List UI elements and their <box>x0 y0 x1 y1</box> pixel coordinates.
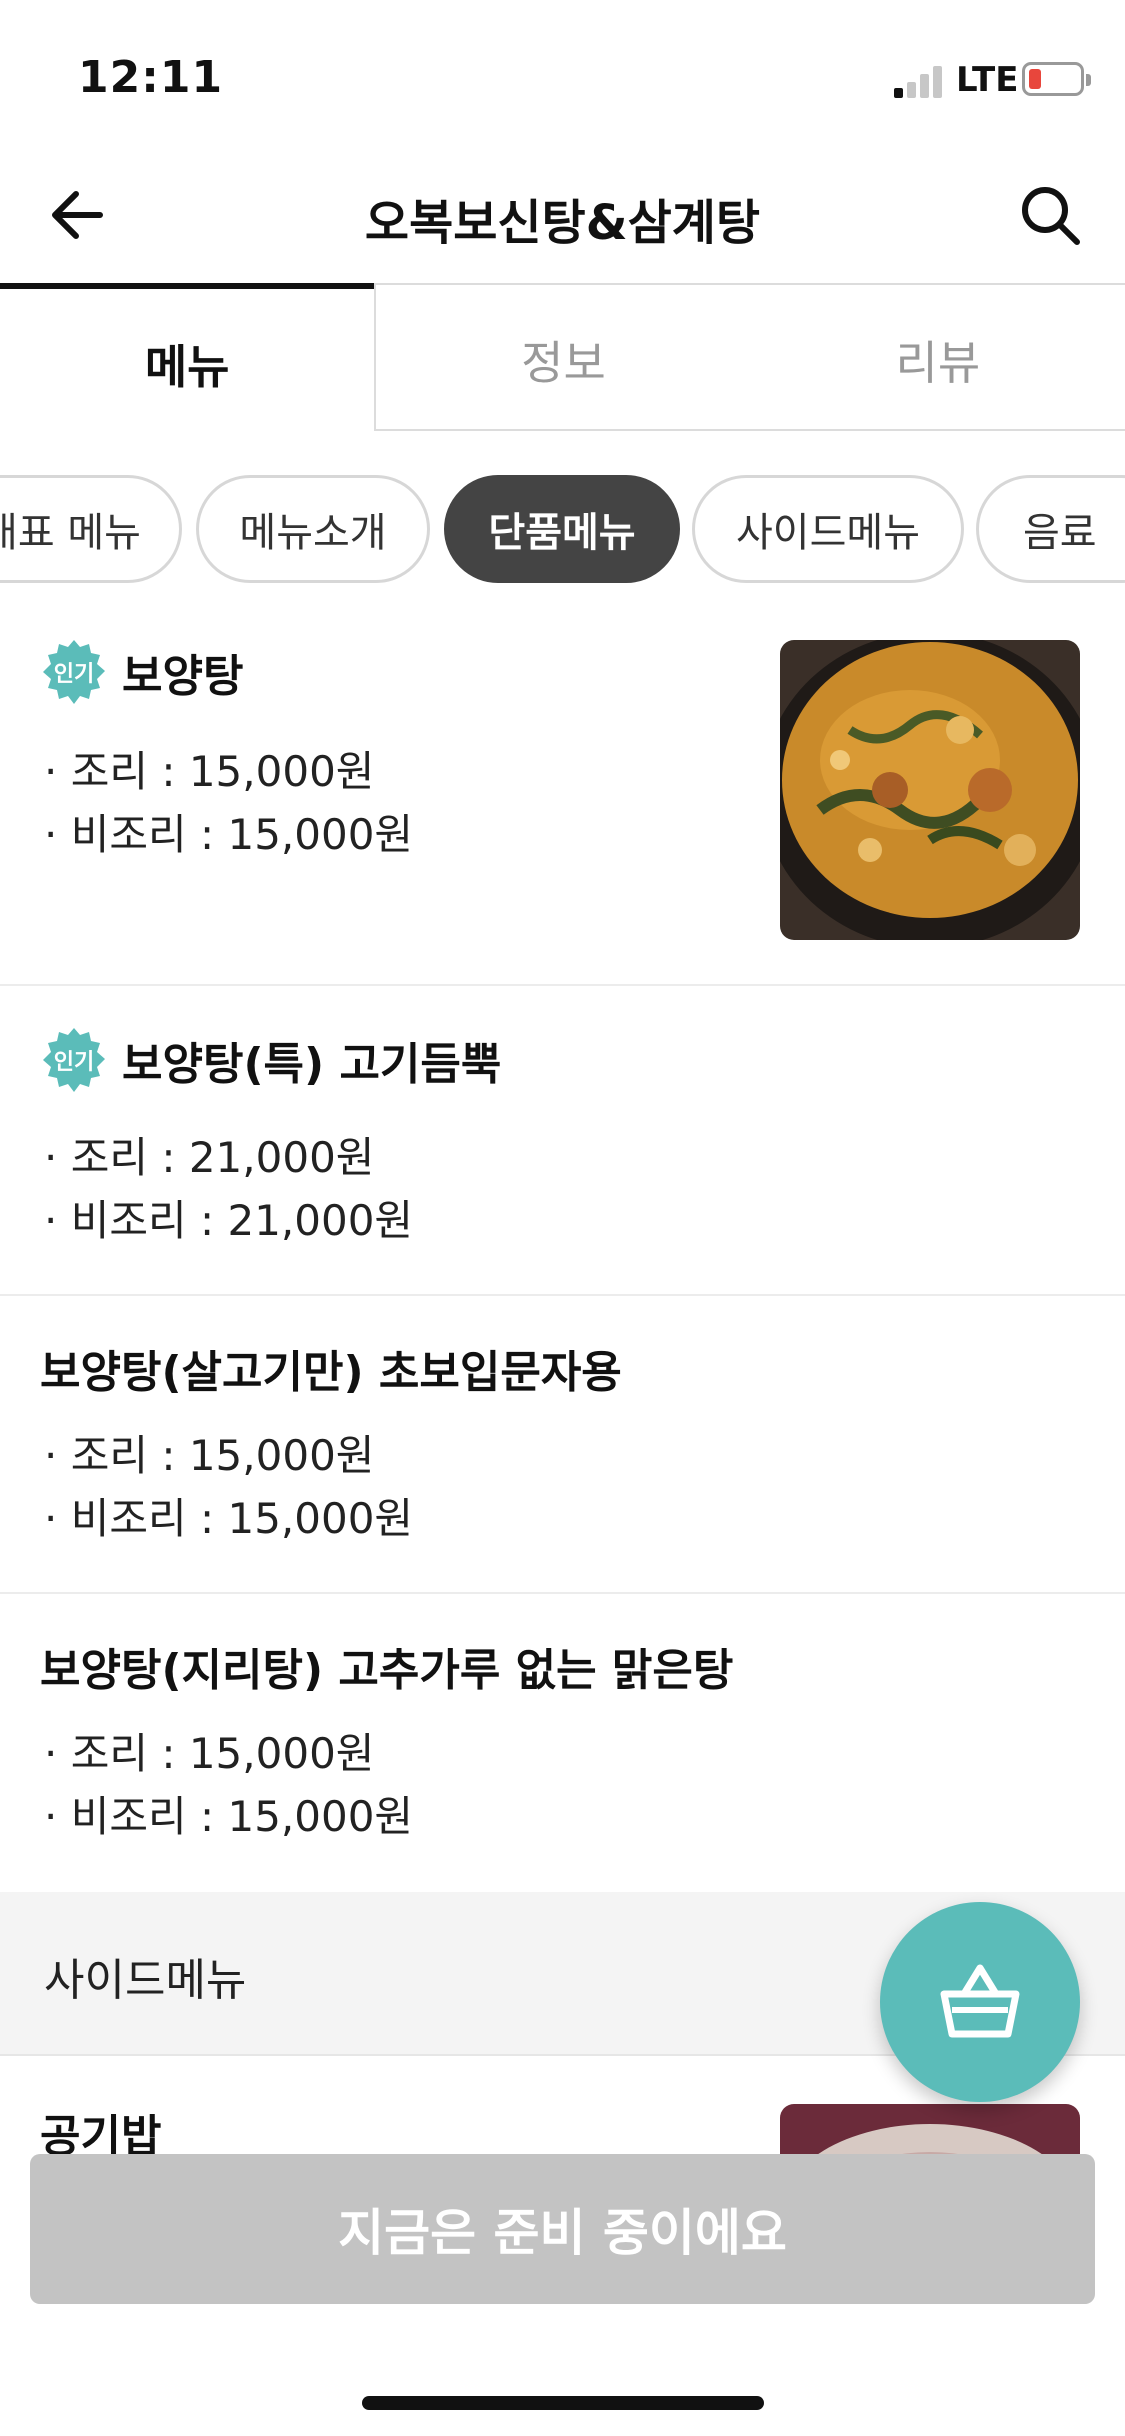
chip-menu-intro[interactable]: 메뉴소개 <box>196 475 430 583</box>
tab-info[interactable]: 정보 <box>374 283 751 431</box>
item-name: 보양탕 <box>122 651 244 702</box>
price-uncooked: · 비조리 : 15,000원 <box>44 810 414 859</box>
food-thumbnail <box>780 640 1080 940</box>
home-indicator <box>362 2396 764 2410</box>
network-label: LTE <box>956 60 1019 100</box>
price-cooked: · 조리 : 15,000원 <box>44 1431 375 1480</box>
item-name: 보양탕(살고기만) 초보입문자용 <box>40 1347 622 1398</box>
popular-badge-label: 인기 <box>53 662 95 687</box>
chip-side-menu[interactable]: 사이드메뉴 <box>692 475 964 583</box>
status-time: 12:11 <box>78 52 224 103</box>
popular-badge: 인기 <box>40 638 108 706</box>
battery-icon <box>1022 62 1091 96</box>
back-button[interactable] <box>44 180 114 250</box>
menu-item[interactable]: 보양탕(지리탕) 고추가루 없는 맑은탕 · 조리 : 15,000원 · 비조… <box>0 1594 1125 1892</box>
tab-bar: 메뉴 정보 리뷰 <box>0 283 1125 431</box>
menu-item[interactable]: 인기 보양탕 · 조리 : 15,000원 · 비조리 : 15,000원 <box>0 608 1125 986</box>
search-button[interactable] <box>1015 180 1085 250</box>
menu-item[interactable]: 인기 보양탕(특) 고기듬뿍 · 조리 : 21,000원 · 비조리 : 21… <box>0 986 1125 1296</box>
cart-button[interactable] <box>880 1902 1080 2102</box>
tab-menu[interactable]: 메뉴 <box>0 283 375 431</box>
search-icon <box>1022 187 1080 245</box>
app-header: 오복보신탕&삼계탕 <box>0 150 1125 280</box>
status-bar: 12:11 LTE <box>0 0 1125 150</box>
item-name: 보양탕(지리탕) 고추가루 없는 맑은탕 <box>40 1645 734 1696</box>
arrow-left-icon <box>52 191 103 239</box>
price-cooked: · 조리 : 15,000원 <box>44 747 375 796</box>
price-cooked: · 조리 : 15,000원 <box>44 1729 375 1778</box>
page-title: 오복보신탕&삼계탕 <box>364 195 761 251</box>
price-uncooked: · 비조리 : 15,000원 <box>44 1792 414 1841</box>
price-uncooked: · 비조리 : 21,000원 <box>44 1196 414 1245</box>
chip-drinks[interactable]: 음료 <box>976 475 1125 583</box>
order-button[interactable]: 지금은 준비 중이에요 <box>30 2154 1095 2304</box>
menu-item[interactable]: 보양탕(살고기만) 초보입문자용 · 조리 : 15,000원 · 비조리 : … <box>0 1296 1125 1594</box>
tab-reviews[interactable]: 리뷰 <box>750 283 1125 431</box>
shopping-basket-icon <box>940 1964 1020 2038</box>
category-chip-row: 대표 메뉴 메뉴소개 단품메뉴 사이드메뉴 음료 <box>0 475 1125 585</box>
section-label: 사이드메뉴 <box>44 1955 247 2006</box>
signal-icon <box>894 64 946 98</box>
price-cooked: · 조리 : 21,000원 <box>44 1133 375 1182</box>
chip-single-menu[interactable]: 단품메뉴 <box>444 475 680 583</box>
popular-badge: 인기 <box>40 1026 108 1094</box>
chip-featured-menu[interactable]: 대표 메뉴 <box>0 475 182 583</box>
item-name: 보양탕(특) 고기듬뿍 <box>122 1039 502 1090</box>
popular-badge-label: 인기 <box>53 1050 95 1075</box>
price-uncooked: · 비조리 : 15,000원 <box>44 1494 414 1543</box>
